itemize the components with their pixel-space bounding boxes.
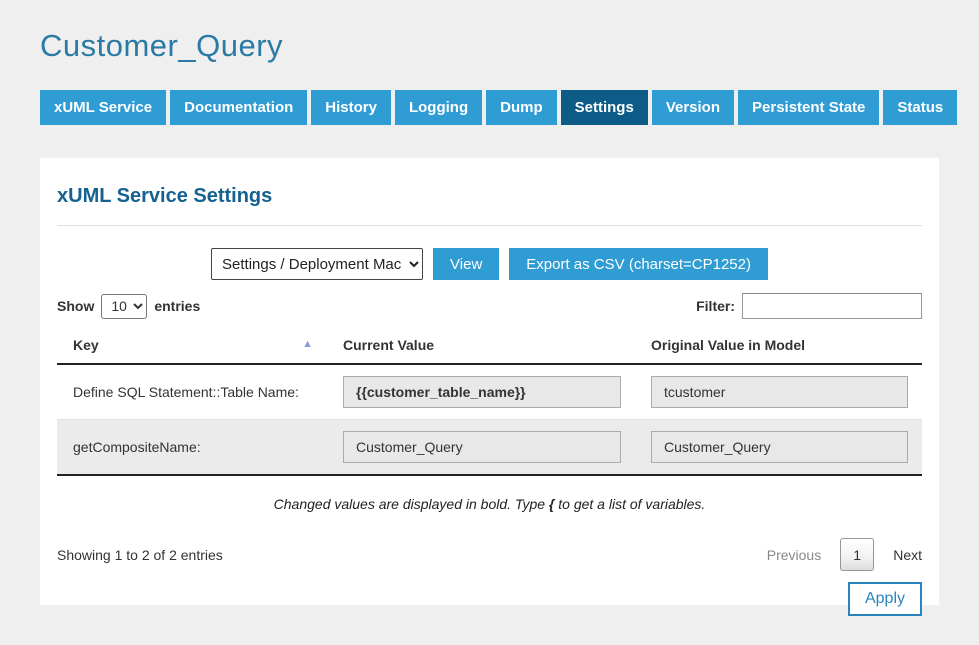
tab-documentation[interactable]: Documentation [170,90,307,125]
showing-entries-text: Showing 1 to 2 of 2 entries [57,547,223,563]
current-value-input[interactable] [343,431,621,463]
export-csv-button[interactable]: Export as CSV (charset=CP1252) [509,248,768,280]
page: Customer_Query xUML Service Documentatio… [0,0,979,645]
tab-bar: xUML Service Documentation History Loggi… [40,90,939,125]
apply-button[interactable]: Apply [848,582,922,616]
table-note: Changed values are displayed in bold. Ty… [57,496,922,512]
table-row: Define SQL Statement::Table Name: [57,365,922,420]
filter-input[interactable] [742,293,922,319]
tab-persistent-state[interactable]: Persistent State [738,90,879,125]
filter-label: Filter: [696,298,735,314]
tab-dump[interactable]: Dump [486,90,557,125]
macro-select[interactable]: Settings / Deployment Macros [211,248,423,280]
column-header-key[interactable]: Key ▲ [57,328,327,363]
current-value-input[interactable] [343,376,621,408]
entries-count-select[interactable]: 10 [101,294,147,319]
tab-logging[interactable]: Logging [395,90,482,125]
page-title: Customer_Query [40,28,939,64]
table-row: getCompositeName: [57,420,922,476]
table-footer: Showing 1 to 2 of 2 entries Previous 1 N… [57,538,922,571]
apply-row: Apply [57,582,922,616]
tab-settings[interactable]: Settings [561,90,648,125]
entries-label: entries [154,298,200,314]
tab-xuml-service[interactable]: xUML Service [40,90,166,125]
tab-history[interactable]: History [311,90,391,125]
macro-controls-row: Settings / Deployment Macros View Export… [57,248,922,280]
page-number-button[interactable]: 1 [840,538,874,571]
previous-page-button[interactable]: Previous [767,547,821,563]
row-key-label: getCompositeName: [57,428,327,466]
settings-table: Key ▲ Current Value Original Value in Mo… [57,328,922,476]
show-label: Show [57,298,94,314]
table-header-row: Key ▲ Current Value Original Value in Mo… [57,328,922,365]
panel-heading: xUML Service Settings [57,158,922,226]
sort-asc-icon: ▲ [302,338,313,350]
show-entries-control: Show 10 entries [57,294,200,319]
tab-status[interactable]: Status [883,90,957,125]
original-value-field [651,376,908,408]
tab-version[interactable]: Version [652,90,734,125]
original-value-field [651,431,908,463]
column-header-original-value[interactable]: Original Value in Model [635,328,922,363]
filter-control: Filter: [696,293,922,319]
table-toolbar: Show 10 entries Filter: [57,293,922,319]
view-button[interactable]: View [433,248,499,280]
column-header-current-value[interactable]: Current Value [327,328,635,363]
pagination: Previous 1 Next [767,538,922,571]
row-key-label: Define SQL Statement::Table Name: [57,373,327,411]
settings-panel: xUML Service Settings Settings / Deploym… [40,158,939,605]
next-page-button[interactable]: Next [893,547,922,563]
